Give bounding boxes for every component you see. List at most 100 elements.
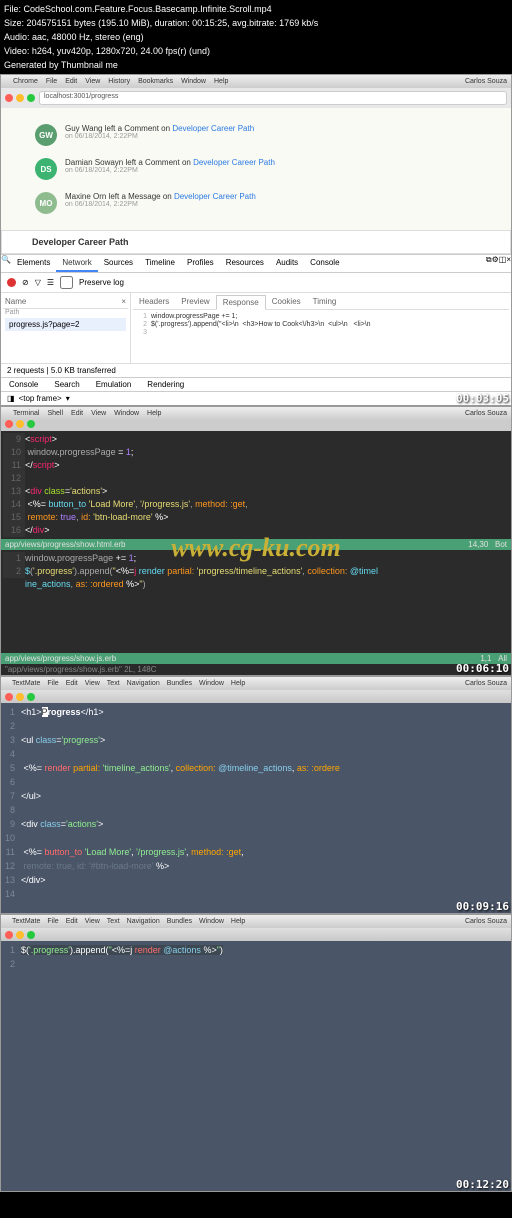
filter-icon[interactable]: ▽ <box>35 278 41 287</box>
menu-file[interactable]: File <box>47 918 58 925</box>
preserve-log-checkbox[interactable] <box>60 276 73 289</box>
tab-timeline[interactable]: Timeline <box>139 255 181 272</box>
vim-file: app/views/progress/show.html.erb <box>5 540 126 549</box>
menu-file[interactable]: File <box>47 680 58 687</box>
file-size: Size: 204575151 bytes (195.10 MiB), dura… <box>4 16 508 30</box>
clear-icon[interactable]: ⊘ <box>22 278 29 287</box>
menu-help[interactable]: Help <box>214 78 228 85</box>
mac-menubar: Chrome File Edit View History Bookmarks … <box>1 75 511 88</box>
feed-text: Guy Wang left a Comment on <box>65 124 170 133</box>
close-icon[interactable] <box>5 94 13 102</box>
tab-sources[interactable]: Sources <box>98 255 139 272</box>
menu-help[interactable]: Help <box>147 410 161 417</box>
menu-edit[interactable]: Edit <box>65 78 77 85</box>
tab-profiles[interactable]: Profiles <box>181 255 220 272</box>
tab-console[interactable]: Console <box>304 255 345 272</box>
menu-text[interactable]: Text <box>107 918 120 925</box>
close-panel-icon[interactable]: × <box>121 297 126 306</box>
menu-navigation[interactable]: Navigation <box>127 918 160 925</box>
menu-text[interactable]: Text <box>107 680 120 687</box>
menu-shell[interactable]: Shell <box>47 410 63 417</box>
tab-elements[interactable]: Elements <box>11 255 56 272</box>
menu-textmate[interactable]: TextMate <box>12 680 40 687</box>
drawer-search[interactable]: Search <box>46 378 87 391</box>
menu-textmate[interactable]: TextMate <box>12 918 40 925</box>
menu-bundles[interactable]: Bundles <box>167 918 192 925</box>
menu-bundles[interactable]: Bundles <box>167 680 192 687</box>
minimize-icon[interactable] <box>16 693 24 701</box>
user-name[interactable]: Carlos Souza <box>465 918 507 925</box>
menu-view[interactable]: View <box>85 78 100 85</box>
subtab-preview[interactable]: Preview <box>175 295 215 309</box>
menu-window[interactable]: Window <box>181 78 206 85</box>
subtab-cookies[interactable]: Cookies <box>266 295 307 309</box>
frame-select-icon[interactable]: ◨ <box>7 394 15 403</box>
close-icon[interactable] <box>5 931 13 939</box>
panel-terminal: Terminal Shell Edit View Window Help Car… <box>0 406 512 676</box>
close-icon[interactable] <box>5 693 13 701</box>
menu-edit[interactable]: Edit <box>66 918 78 925</box>
maximize-icon[interactable] <box>27 94 35 102</box>
subtab-headers[interactable]: Headers <box>133 295 175 309</box>
chevron-down-icon[interactable]: ▾ <box>66 394 70 403</box>
close-icon[interactable] <box>5 420 13 428</box>
vim-editor-top[interactable]: 9<script>10 window.progressPage = 1;11</… <box>1 431 511 539</box>
vim-command-line[interactable]: "app/views/progress/show.js.erb" 2L, 148… <box>1 664 511 675</box>
user-name[interactable]: Carlos Souza <box>465 78 507 85</box>
menu-edit[interactable]: Edit <box>71 410 83 417</box>
settings-icon[interactable]: ⚙ <box>492 255 499 272</box>
tab-audits[interactable]: Audits <box>270 255 304 272</box>
watermark: www.cg-ku.com <box>171 533 340 563</box>
user-name[interactable]: Carlos Souza <box>465 410 507 417</box>
menu-view[interactable]: View <box>85 680 100 687</box>
maximize-icon[interactable] <box>27 931 35 939</box>
menu-chrome[interactable]: Chrome <box>13 78 38 85</box>
menu-view[interactable]: View <box>85 918 100 925</box>
maximize-icon[interactable] <box>27 693 35 701</box>
menu-window[interactable]: Window <box>199 680 224 687</box>
subtab-response[interactable]: Response <box>216 295 266 310</box>
feed-date: on 06/18/2014, 2:22PM <box>65 201 256 208</box>
drawer-console[interactable]: Console <box>1 378 46 391</box>
tab-network[interactable]: Network <box>56 255 97 272</box>
feed-link[interactable]: Developer Career Path <box>172 124 254 133</box>
chrome-toolbar: localhost:3001/progress <box>1 88 511 108</box>
user-name[interactable]: Carlos Souza <box>465 680 507 687</box>
minimize-icon[interactable] <box>16 420 24 428</box>
menu-terminal[interactable]: Terminal <box>13 410 39 417</box>
subtab-timing[interactable]: Timing <box>307 295 343 309</box>
menu-window[interactable]: Window <box>114 410 139 417</box>
avatar: MO <box>35 192 57 214</box>
dock-icon[interactable]: ◫ <box>499 255 507 272</box>
tab-resources[interactable]: Resources <box>220 255 270 272</box>
drawer-rendering[interactable]: Rendering <box>139 378 192 391</box>
menu-file[interactable]: File <box>46 78 57 85</box>
record-icon[interactable] <box>7 278 16 287</box>
search-icon[interactable]: 🔍 <box>1 255 11 272</box>
menu-history[interactable]: History <box>108 78 130 85</box>
textmate-editor[interactable]: 1$('.progress').append("<%=j render @act… <box>1 941 511 1191</box>
maximize-icon[interactable] <box>27 420 35 428</box>
menu-view[interactable]: View <box>91 410 106 417</box>
preserve-log-label: Preserve log <box>79 278 124 287</box>
frame-selector[interactable]: <top frame> <box>19 394 62 403</box>
menu-help[interactable]: Help <box>231 918 245 925</box>
url-bar[interactable]: localhost:3001/progress <box>39 91 507 105</box>
request-row[interactable]: progress.js?page=2 <box>5 318 126 331</box>
response-body[interactable]: 1window.progressPage += 1; 2$('.progress… <box>133 310 509 338</box>
menu-edit[interactable]: Edit <box>66 680 78 687</box>
drawer-emulation[interactable]: Emulation <box>88 378 140 391</box>
menu-bookmarks[interactable]: Bookmarks <box>138 78 173 85</box>
page-title[interactable]: Developer Career Path <box>1 230 511 254</box>
close-devtools-icon[interactable]: × <box>506 255 511 272</box>
view-icon[interactable]: ☰ <box>47 278 54 287</box>
menu-help[interactable]: Help <box>231 680 245 687</box>
menu-window[interactable]: Window <box>199 918 224 925</box>
feed-text: Maxine Orn left a Message on <box>65 192 172 201</box>
feed-link[interactable]: Developer Career Path <box>193 158 275 167</box>
minimize-icon[interactable] <box>16 94 24 102</box>
minimize-icon[interactable] <box>16 931 24 939</box>
textmate-editor[interactable]: 1<h1>Progress</h1>23<ul class='progress'… <box>1 703 511 913</box>
feed-link[interactable]: Developer Career Path <box>174 192 256 201</box>
menu-navigation[interactable]: Navigation <box>127 680 160 687</box>
